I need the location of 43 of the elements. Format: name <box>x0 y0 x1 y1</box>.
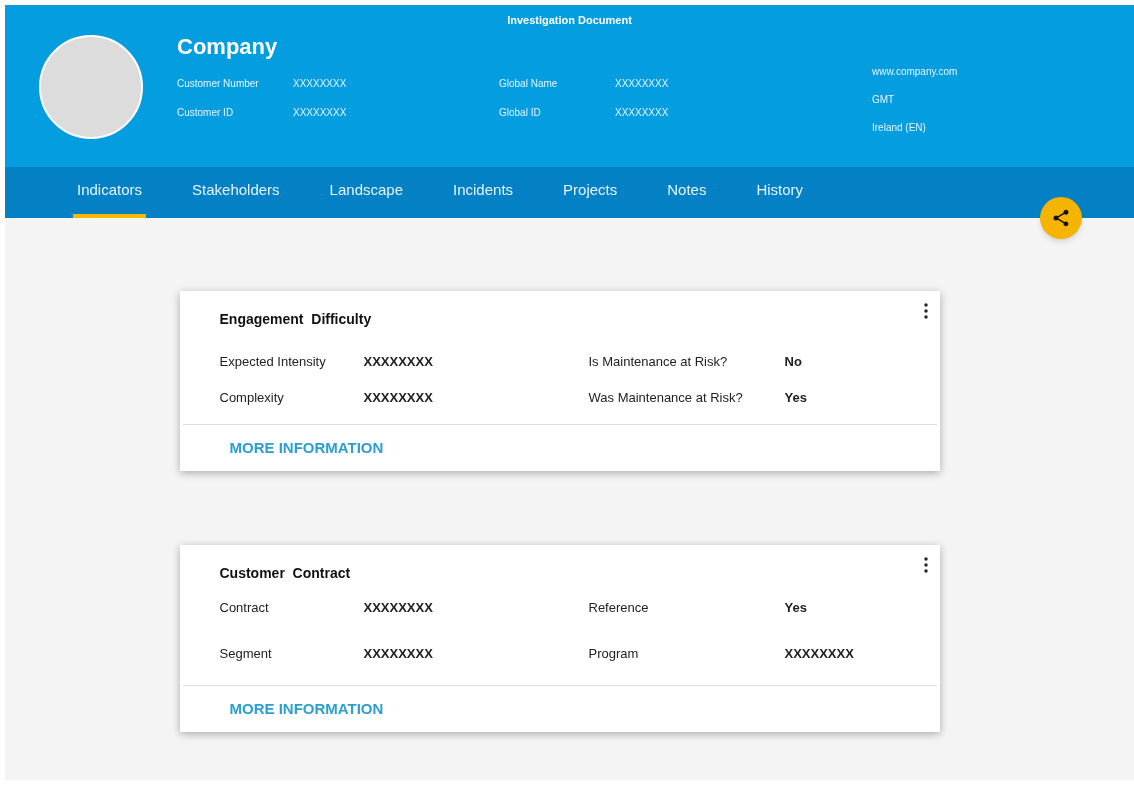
field-label: Contract <box>219 599 270 617</box>
field-value: No <box>784 353 802 371</box>
card-title: Customer Contract <box>219 564 352 583</box>
more-information-link[interactable]: MORE INFORMATION <box>229 439 384 456</box>
field-value: XXXXXXXX <box>293 76 347 91</box>
more-options-icon <box>923 303 928 319</box>
tab[interactable]: Projects <box>559 167 622 218</box>
share-icon <box>1051 208 1071 228</box>
field-label: Was Maintenance at Risk? <box>588 388 744 407</box>
field-label: Global ID <box>499 105 542 120</box>
card-title: Engagement Difficulty <box>219 310 373 329</box>
company-name: Company <box>177 35 279 58</box>
field-label: Is Maintenance at Risk? <box>588 353 729 371</box>
field-value: XXXXXXXX <box>293 105 347 120</box>
field-value: XXXXXXXX <box>363 353 434 371</box>
more-options-icon <box>923 557 928 573</box>
field-label: Complexity <box>219 388 285 407</box>
share-button[interactable] <box>1040 197 1082 239</box>
document-title: Investigation Document <box>507 13 632 28</box>
field-label: Segment <box>219 644 273 663</box>
field-label: Customer ID <box>177 105 235 120</box>
tab[interactable]: History <box>752 167 808 218</box>
field-value: Yes <box>784 599 807 617</box>
field-label: Global Name <box>499 76 559 91</box>
field-label: Expected Intensity <box>219 353 327 371</box>
field-value: XXXXXXXX <box>615 76 669 91</box>
tab[interactable]: Landscape <box>325 167 407 218</box>
company-info: Ireland (EN) <box>872 120 927 135</box>
field-label: Reference <box>588 599 650 617</box>
field-value: XXXXXXXX <box>363 388 434 407</box>
field-label: Program <box>588 644 640 663</box>
field-label: Customer Number <box>177 76 260 91</box>
field-value: XXXXXXXX <box>784 644 854 663</box>
tab[interactable]: Stakeholders <box>188 167 284 218</box>
field-value: XXXXXXXX <box>363 599 434 617</box>
tab[interactable]: Incidents <box>449 167 518 218</box>
tab[interactable]: Notes <box>663 167 711 218</box>
field-value: XXXXXXXX <box>615 105 669 120</box>
company-info: GMT <box>872 92 896 107</box>
company-info: www.company.com <box>872 64 958 79</box>
field-value: XXXXXXXX <box>363 644 434 663</box>
more-information-link[interactable]: MORE INFORMATION <box>229 700 384 717</box>
field-value: Yes <box>784 388 807 407</box>
